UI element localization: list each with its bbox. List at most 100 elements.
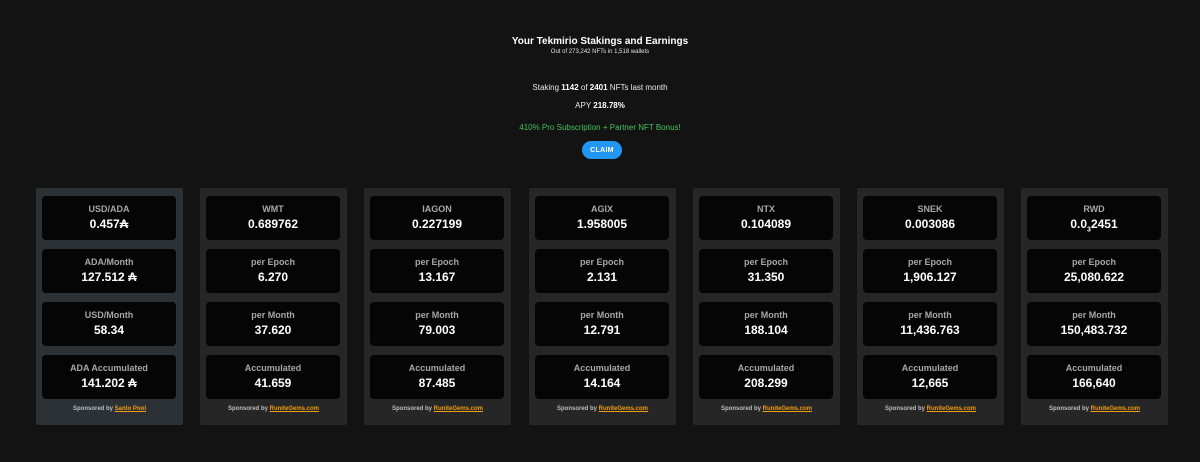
sponsor-link[interactable]: RuniteGems.com <box>270 406 319 412</box>
card-iagon: IAGON 0.227199 per Epoch 13.167 per Mont… <box>364 188 511 425</box>
card-rwd: RWD 0.032451 per Epoch 25,080.622 per Mo… <box>1021 188 1168 425</box>
cell-value: 79.003 <box>418 323 456 337</box>
cell-value: 0.032451 <box>1027 217 1161 233</box>
cell-per-epoch: per Epoch 31.350 <box>699 249 833 293</box>
sponsor-link[interactable]: Santo Pool <box>115 406 146 412</box>
sponsor-line: Sponsored by RuniteGems.com <box>857 406 1004 412</box>
cell-accumulated: Accumulated 87.485 <box>370 355 504 399</box>
cell-label: per Month <box>908 310 952 320</box>
cell-value: 1.958005 <box>576 217 628 231</box>
cell-value: 12.791 <box>583 323 621 337</box>
cell-value: 25,080.622 <box>1063 270 1125 284</box>
cell-label: Accumulated <box>244 363 302 373</box>
cell-value: 87.485 <box>418 376 456 390</box>
cell-value: 14.164 <box>583 376 621 390</box>
cell-accumulated: Accumulated 166,640 <box>1027 355 1161 399</box>
cell-label: ADA Accumulated <box>70 363 148 373</box>
cell-label: per Month <box>251 310 295 320</box>
cell-usd-ada: USD/ADA 0.457₳ <box>42 196 176 240</box>
cell-value: 6.270 <box>257 270 289 284</box>
cell-value: 166,640 <box>1072 376 1116 390</box>
cell-token-price: NTX 0.104089 <box>699 196 833 240</box>
cell-per-month: per Month 79.003 <box>370 302 504 346</box>
staking-count: 1142 <box>561 83 579 92</box>
cell-value: 188.104 <box>744 323 788 337</box>
cell-label: per Month <box>1072 310 1116 320</box>
cell-value: 150,483.732 <box>1060 323 1128 337</box>
cell-label: SNEK <box>917 204 943 214</box>
cell-token-price: RWD 0.032451 <box>1027 196 1161 240</box>
card-agix: AGIX 1.958005 per Epoch 2.131 per Month … <box>529 188 676 425</box>
cell-label: per Epoch <box>907 257 952 267</box>
cell-value: 208.299 <box>744 376 788 390</box>
cell-value: 58.34 <box>93 323 125 337</box>
cell-label: USD/Month <box>84 310 134 320</box>
cell-label: per Month <box>580 310 624 320</box>
sponsor-line: Sponsored by RuniteGems.com <box>200 406 347 412</box>
cell-label: per Epoch <box>250 257 295 267</box>
sponsor-link[interactable]: RuniteGems.com <box>763 406 812 412</box>
cell-value: 0.104089 <box>740 217 792 231</box>
cell-per-month: per Month 12.791 <box>535 302 669 346</box>
sponsor-link[interactable]: RuniteGems.com <box>599 406 648 412</box>
apy-summary: APY 218.78% <box>0 101 1200 110</box>
cell-per-epoch: per Epoch 1,906.127 <box>863 249 997 293</box>
sponsor-link[interactable]: RuniteGems.com <box>434 406 483 412</box>
cell-label: AGIX <box>590 204 613 214</box>
cell-value: 0.227199 <box>411 217 463 231</box>
cell-per-epoch: per Epoch 2.131 <box>535 249 669 293</box>
staking-total: 2401 <box>589 83 608 92</box>
bonus-text: 410% Pro Subscription + Partner NFT Bonu… <box>519 123 681 132</box>
cell-label: per Epoch <box>1071 257 1116 267</box>
cell-per-month: per Month 150,483.732 <box>1027 302 1161 346</box>
cell-label: per Month <box>415 310 459 320</box>
cell-label: ADA/Month <box>84 257 134 267</box>
page-subtitle: Out of 273,242 NFTs in 1,518 wallets <box>550 49 650 55</box>
cell-label: per Epoch <box>579 257 624 267</box>
cell-label: per Epoch <box>414 257 459 267</box>
page-title: Your Tekmirio Stakings and Earnings <box>511 36 689 47</box>
sponsor-line: Sponsored by RuniteGems.com <box>529 406 676 412</box>
cell-value: 13.167 <box>418 270 456 284</box>
cell-label: Accumulated <box>573 363 631 373</box>
staking-suffix: NFTs last month <box>607 83 668 92</box>
sponsor-line: Sponsored by RuniteGems.com <box>1021 406 1168 412</box>
sponsor-prefix: Sponsored by <box>720 406 763 412</box>
cell-value: 1,906.127 <box>903 270 957 284</box>
sponsor-prefix: Sponsored by <box>884 406 927 412</box>
sponsor-prefix: Sponsored by <box>391 406 434 412</box>
apy-label: APY <box>575 101 594 110</box>
value-main: 0.0 <box>1070 217 1088 231</box>
cell-value: 41.659 <box>254 376 292 390</box>
cell-value: 31.350 <box>747 270 785 284</box>
cell-label: Accumulated <box>901 363 959 373</box>
card-snek: SNEK 0.003086 per Epoch 1,906.127 per Mo… <box>857 188 1004 425</box>
card-ada: USD/ADA 0.457₳ ADA/Month 127.512 ₳ USD/M… <box>36 188 183 425</box>
cell-value: 141.202 ₳ <box>81 376 137 390</box>
cell-token-price: SNEK 0.003086 <box>863 196 997 240</box>
sponsor-prefix: Sponsored by <box>72 406 115 412</box>
sponsor-line: Sponsored by Santo Pool <box>36 406 183 412</box>
cell-label: USD/ADA <box>88 204 130 214</box>
cell-accumulated: Accumulated 14.164 <box>535 355 669 399</box>
cell-per-epoch: per Epoch 13.167 <box>370 249 504 293</box>
cell-accumulated: Accumulated 12,665 <box>863 355 997 399</box>
staking-of: of <box>578 83 590 92</box>
cell-value: 12,665 <box>911 376 949 390</box>
sponsor-link[interactable]: RuniteGems.com <box>927 406 976 412</box>
cell-label: NTX <box>757 204 775 214</box>
cell-usd-month: USD/Month 58.34 <box>42 302 176 346</box>
card-ntx: NTX 0.104089 per Epoch 31.350 per Month … <box>693 188 840 425</box>
cell-per-month: per Month 11,436.763 <box>863 302 997 346</box>
cell-value: 0.689762 <box>247 217 299 231</box>
sponsor-line: Sponsored by RuniteGems.com <box>693 406 840 412</box>
claim-button[interactable]: CLAIM <box>582 141 622 159</box>
cell-label: per Month <box>744 310 788 320</box>
cell-value: 127.512 ₳ <box>81 270 137 284</box>
cell-value: 0.003086 <box>904 217 956 231</box>
cell-label: per Epoch <box>743 257 788 267</box>
sponsor-link[interactable]: RuniteGems.com <box>1091 406 1140 412</box>
cell-token-price: IAGON 0.227199 <box>370 196 504 240</box>
cell-value: 37.620 <box>254 323 292 337</box>
cell-ada-month: ADA/Month 127.512 ₳ <box>42 249 176 293</box>
